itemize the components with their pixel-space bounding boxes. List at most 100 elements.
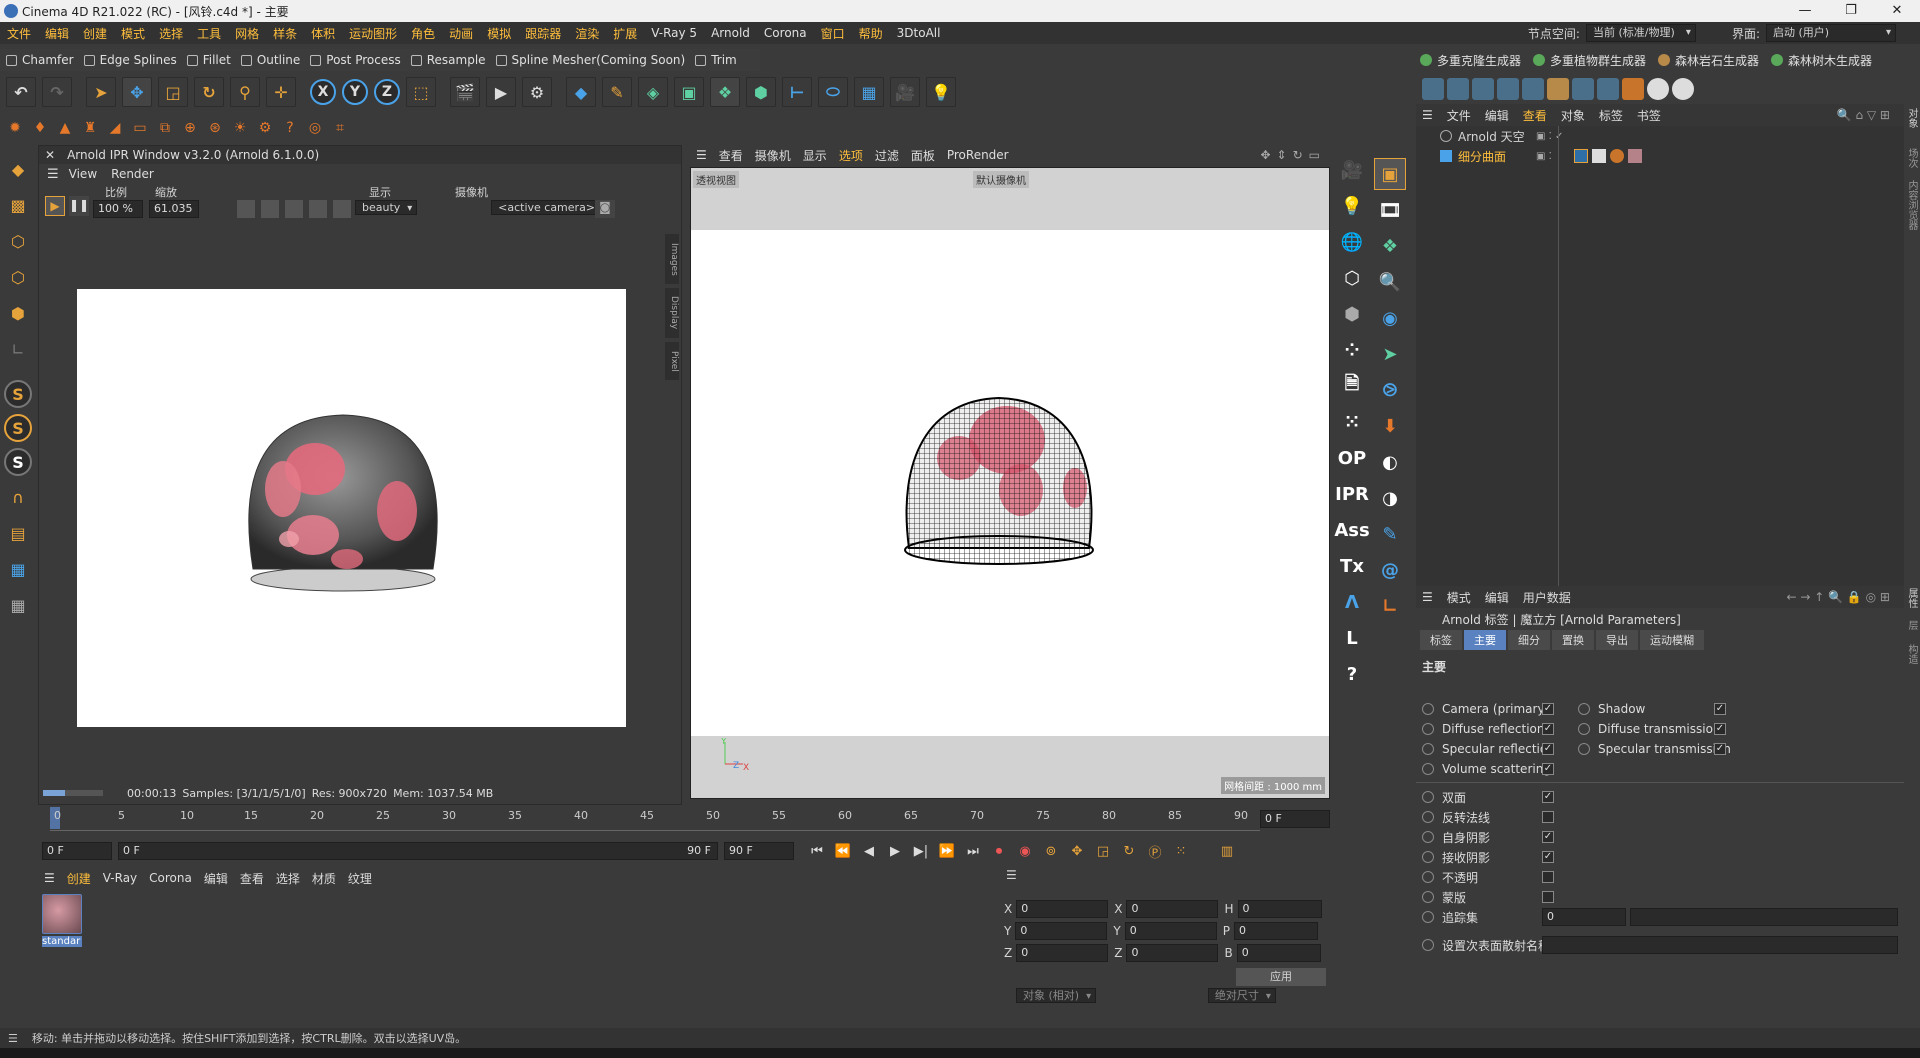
animate-dot[interactable]: [1422, 723, 1434, 735]
cloud-icon-2[interactable]: [1447, 78, 1469, 100]
mat-menu-material[interactable]: 材质: [312, 870, 336, 887]
menu-spline[interactable]: 样条: [266, 25, 304, 42]
viewport-nav-icons[interactable]: ✥⇕↻▭: [1260, 148, 1326, 162]
object-view-icon[interactable]: ▣: [1374, 158, 1406, 190]
position-key-button[interactable]: ✥: [1066, 840, 1088, 862]
ipr-play-button[interactable]: ▶: [45, 196, 65, 216]
prop-diffuse-transmission[interactable]: Diffuse transmission: [1578, 720, 1721, 738]
mat-menu-view[interactable]: 查看: [240, 870, 264, 887]
display-mode-4[interactable]: [309, 200, 327, 218]
add-button[interactable]: ✛: [266, 77, 296, 107]
lamp-icon[interactable]: [1547, 78, 1569, 100]
opaque-checkbox[interactable]: [1542, 871, 1554, 883]
size-z-field[interactable]: 0: [1126, 944, 1219, 962]
vtab-layers[interactable]: 层: [1904, 620, 1919, 630]
prop-trace-sets[interactable]: 追踪集: [1422, 908, 1478, 926]
mat-menu-texture[interactable]: 纹理: [348, 870, 372, 887]
menu-animate[interactable]: 动画: [442, 25, 480, 42]
forest-rock-button[interactable]: 森林岩石生成器: [1658, 52, 1759, 69]
animate-dot[interactable]: [1422, 871, 1434, 883]
coord-hamburger-icon[interactable]: ☰: [1000, 868, 1332, 888]
license-button[interactable]: L: [1336, 622, 1368, 654]
arnold-file-icon[interactable]: 🗎: [1336, 370, 1368, 402]
extrude-button[interactable]: ▣: [674, 77, 704, 107]
post-process-button[interactable]: Post Process: [310, 53, 401, 67]
obj-menu-view[interactable]: 查看: [1523, 107, 1547, 124]
planar-button[interactable]: ▦: [3, 590, 33, 620]
floor-button[interactable]: ▦: [854, 77, 884, 107]
menu-window[interactable]: 窗口: [814, 25, 852, 42]
obj-menu-edit[interactable]: 编辑: [1485, 107, 1509, 124]
prop-diffuse-reflection[interactable]: Diffuse reflection: [1422, 720, 1544, 738]
viewport-menu-view[interactable]: 查看: [719, 147, 743, 164]
help-button[interactable]: ?: [1336, 658, 1368, 690]
ipr-menu-render[interactable]: Render: [111, 167, 154, 181]
tab-images[interactable]: Images: [665, 234, 679, 284]
menu-tools[interactable]: 工具: [190, 25, 228, 42]
parameter-key-button[interactable]: Ⓟ: [1144, 840, 1166, 862]
pos-z-field[interactable]: 0: [1016, 944, 1109, 962]
rot-p-field[interactable]: 0: [1233, 922, 1318, 940]
timeline-track[interactable]: [50, 807, 1260, 831]
rot-h-field[interactable]: 0: [1237, 900, 1322, 918]
prop-opaque[interactable]: 不透明: [1422, 868, 1478, 886]
animate-dot[interactable]: [1422, 831, 1434, 843]
arnold-volume-icon[interactable]: ⁘: [1336, 334, 1368, 366]
rotate-button[interactable]: ↻: [194, 77, 224, 107]
timeline-button[interactable]: ▥: [1216, 840, 1238, 862]
outline-button[interactable]: Outline: [240, 53, 300, 67]
menu-simulate[interactable]: 模拟: [480, 25, 518, 42]
half-moon-icon[interactable]: ◑: [1374, 482, 1406, 514]
cloud-icon-1[interactable]: [1422, 78, 1444, 100]
arnold-light-icon[interactable]: ✹: [6, 119, 24, 137]
ipr-button[interactable]: IPR: [1335, 478, 1369, 510]
snap-settings-button[interactable]: S: [4, 414, 32, 442]
model-mode-button[interactable]: ◆: [3, 154, 33, 184]
menu-create[interactable]: 创建: [76, 25, 114, 42]
render-picture-icon[interactable]: 🎞: [1374, 194, 1406, 226]
drop-icon[interactable]: ⬇: [1374, 410, 1406, 442]
volume-icon[interactable]: ⊕: [181, 119, 199, 137]
vtab-takes[interactable]: 场次: [1904, 148, 1919, 168]
scale-key-button[interactable]: ◲: [1092, 840, 1114, 862]
self-shadows-checkbox[interactable]: ✓: [1542, 831, 1554, 843]
animate-dot[interactable]: [1422, 939, 1434, 951]
menu-mode[interactable]: 模式: [114, 25, 152, 42]
animate-dot[interactable]: [1422, 811, 1434, 823]
attr-menu-mode[interactable]: 模式: [1447, 589, 1471, 606]
tab-export[interactable]: 导出: [1596, 630, 1638, 650]
cube-button[interactable]: ◆: [566, 77, 596, 107]
mat-menu-create[interactable]: 创建: [67, 870, 91, 887]
crop-icon[interactable]: ⌗: [331, 119, 349, 137]
snap-button[interactable]: S: [4, 380, 32, 408]
dots-tag-icon[interactable]: [1609, 149, 1624, 163]
boolean-icon[interactable]: ⧁: [1374, 374, 1406, 406]
tab-tag[interactable]: 标签: [1420, 630, 1462, 650]
double-sided-checkbox[interactable]: ✓: [1542, 791, 1554, 803]
menu-vray[interactable]: V-Ray 5: [644, 26, 704, 40]
render-region-button[interactable]: 🎬: [450, 77, 480, 107]
arnold-sky-icon[interactable]: 🌐: [1336, 226, 1368, 258]
prop-invert-normals[interactable]: 反转法线: [1422, 808, 1490, 826]
forest-tree-button[interactable]: 森林树木生成器: [1771, 52, 1872, 69]
obj-menu-tags[interactable]: 标签: [1599, 107, 1623, 124]
next-frame-button[interactable]: ▶|: [910, 840, 932, 862]
display-mode-1[interactable]: [237, 200, 255, 218]
deformer-button[interactable]: ⊢: [782, 77, 812, 107]
menu-corona[interactable]: Corona: [757, 26, 814, 40]
size-x-field[interactable]: 0: [1126, 900, 1219, 918]
obj-menu-bookmarks[interactable]: 书签: [1637, 107, 1661, 124]
grid-lock-button[interactable]: ▦: [3, 554, 33, 584]
psr-button[interactable]: ⚲: [230, 77, 260, 107]
multi-cloner-button[interactable]: 多重克隆生成器: [1420, 52, 1521, 69]
pos-x-field[interactable]: 0: [1016, 900, 1109, 918]
generator-icon[interactable]: ◉: [1374, 302, 1406, 334]
menu-arnold[interactable]: Arnold: [704, 26, 757, 40]
trace-sets-field[interactable]: 0: [1542, 908, 1626, 926]
keyframe-selection-button[interactable]: ⊚: [1040, 840, 1062, 862]
viewport-menu-display[interactable]: 显示: [803, 147, 827, 164]
spiral-icon[interactable]: @: [1374, 554, 1406, 586]
scene-nodes-icon[interactable]: ❖: [1374, 230, 1406, 262]
arnold-logo-button[interactable]: Λ: [1336, 586, 1368, 618]
field-button[interactable]: ⬭: [818, 77, 848, 107]
